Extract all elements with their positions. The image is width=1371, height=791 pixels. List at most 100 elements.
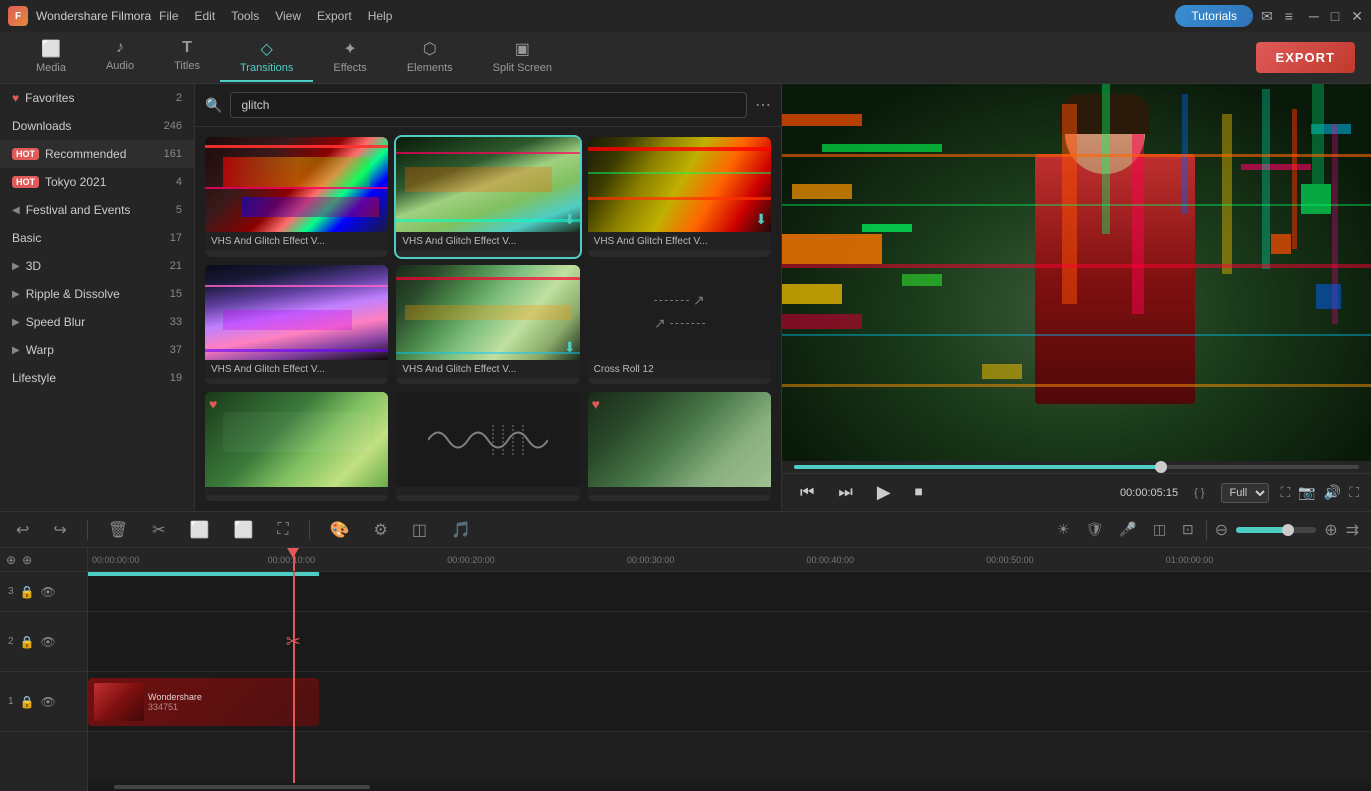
redo-button[interactable]: ↪ — [49, 516, 70, 544]
chevron-right-icon-ripple: ▶ — [12, 289, 20, 300]
sidebar-item-basic[interactable]: Basic 17 — [0, 224, 194, 252]
audio-button[interactable]: 🎵 — [447, 516, 475, 544]
zoom-slider[interactable] — [1236, 527, 1316, 533]
tutorials-button[interactable]: Tutorials — [1175, 5, 1253, 27]
horizontal-scrollbar[interactable] — [88, 783, 1371, 791]
snapshot-icon[interactable]: 📷 — [1298, 484, 1315, 501]
zoom-fit-button[interactable]: ⬜ — [229, 516, 257, 544]
transition-card-4[interactable]: VHS And Glitch Effect V... — [205, 265, 388, 385]
clip-sublabel: 334751 — [148, 702, 202, 712]
delete-button[interactable]: 🗑 — [104, 516, 132, 544]
export-button[interactable]: EXPORT — [1256, 42, 1355, 73]
transition-card-wave[interactable] — [396, 392, 579, 501]
sun-button[interactable]: ☀ — [1053, 517, 1074, 542]
grid-options-icon[interactable]: ⋯ — [755, 95, 771, 115]
maximize-button[interactable]: □ — [1331, 8, 1339, 25]
transition-card-crossroll[interactable]: ↗ ↗ Cross Roll 12 — [588, 265, 771, 385]
fullscreen-icon[interactable]: ⛶ — [1281, 484, 1291, 501]
track-eye-2[interactable]: 👁 — [41, 635, 56, 649]
transition-card-9[interactable]: ♥ — [588, 392, 771, 501]
menu-help[interactable]: Help — [368, 9, 393, 23]
bell-icon[interactable]: ≡ — [1285, 8, 1293, 25]
color-button[interactable]: 🎨 — [326, 516, 354, 544]
transition-card-2[interactable]: ⬇ VHS And Glitch Effect V... — [396, 137, 579, 257]
video-preview-panel: ⏮ ⏭ ▶ ⏹ 00:00:05:15 { } Full 1/2 1/4 ⛶ 📷… — [781, 84, 1371, 511]
menu-export[interactable]: Export — [317, 9, 352, 23]
tab-effects[interactable]: ✦ Effects — [313, 33, 386, 82]
track-lock-1[interactable]: 🔒 — [20, 695, 35, 709]
video-clip[interactable]: Wondershare 334751 — [88, 678, 319, 726]
expand-icon[interactable]: ⇉ — [1346, 520, 1359, 540]
sidebar-item-downloads[interactable]: Downloads 246 — [0, 112, 194, 140]
adjust-button[interactable]: ⚙ — [370, 516, 392, 544]
track-lock-2[interactable]: 🔒 — [20, 635, 35, 649]
sidebar-item-favorites[interactable]: ♥ Favorites 2 — [0, 84, 194, 112]
search-input[interactable] — [230, 92, 747, 118]
pip-icon[interactable]: ⛶ — [1349, 484, 1359, 501]
message-icon[interactable]: ✉ — [1261, 8, 1273, 25]
track-eye-3[interactable]: 👁 — [41, 585, 56, 599]
video-preview — [782, 84, 1371, 461]
menu-view[interactable]: View — [275, 9, 301, 23]
cut-button[interactable]: ✂ — [148, 516, 169, 544]
sidebar-item-recommended[interactable]: HOT Recommended 161 — [0, 140, 194, 168]
track-eye-1[interactable]: 👁 — [41, 695, 56, 709]
skip-back-button[interactable]: ⏮ — [794, 482, 820, 504]
progress-bar[interactable] — [794, 465, 1359, 469]
tab-splitscreen[interactable]: ▣ Split Screen — [473, 33, 572, 82]
progress-handle[interactable] — [1155, 461, 1167, 473]
crop-button[interactable]: ⬜ — [186, 516, 214, 544]
tab-audio[interactable]: ♪ Audio — [86, 33, 154, 82]
transition-card-3[interactable]: ⬇ VHS And Glitch Effect V... — [588, 137, 771, 257]
snap-icon[interactable]: ⊕ — [6, 553, 16, 567]
menu-edit[interactable]: Edit — [195, 9, 216, 23]
main-toolbar: ⬜ Media ♪ Audio T Titles ◇ Transitions ✦… — [0, 32, 1371, 84]
tab-media[interactable]: ⬜ Media — [16, 33, 86, 82]
clip-thumbnail — [94, 683, 144, 721]
voice-button[interactable]: ◫ — [1149, 517, 1170, 542]
heart-icon: ♥ — [12, 91, 19, 105]
sidebar-item-warp[interactable]: ▶ Warp 37 — [0, 336, 194, 364]
timeline-toolbar: ↩ ↪ 🗑 ✂ ⬜ ⬜ ⛶ 🎨 ⚙ ◫ 🎵 ☀ 🛡 🎤 ◫ ⊡ ⊖ ⊕ ⇉ — [0, 512, 1371, 548]
transition-card-7[interactable]: ♥ — [205, 392, 388, 501]
timeline-content: ⊕ ⊕ 3 🔒 👁 2 🔒 👁 1 🔒 👁 — [0, 548, 1371, 791]
magnet-icon[interactable]: ⊕ — [22, 553, 32, 567]
play-button[interactable]: ▶ — [871, 480, 897, 505]
sidebar-item-3d[interactable]: ▶ 3D 21 — [0, 252, 194, 280]
split-button[interactable]: ◫ — [408, 516, 431, 544]
menu-file[interactable]: File — [159, 9, 178, 23]
zoom-out-icon[interactable]: ⊖ — [1215, 520, 1228, 540]
sidebar-item-tokyo2021[interactable]: HOT Tokyo 2021 4 — [0, 168, 194, 196]
titles-icon: T — [182, 39, 192, 57]
transition-card-5[interactable]: ⬇ VHS And Glitch Effect V... — [396, 265, 579, 385]
stop-button[interactable]: ⏹ — [909, 482, 929, 504]
menu-tools[interactable]: Tools — [231, 9, 259, 23]
glitch-block-green-2 — [902, 274, 942, 286]
zoom-in-icon[interactable]: ⊕ — [1324, 520, 1337, 540]
track-lock-3[interactable]: 🔒 — [20, 585, 35, 599]
mic-button[interactable]: 🎤 — [1115, 517, 1140, 542]
shield-button[interactable]: 🛡 — [1082, 517, 1108, 542]
pip2-button[interactable]: ⊡ — [1178, 517, 1198, 542]
transition-card-1[interactable]: VHS And Glitch Effect V... — [205, 137, 388, 257]
fullscreen-timeline-button[interactable]: ⛶ — [273, 517, 292, 543]
tab-elements[interactable]: ⬡ Elements — [387, 33, 473, 82]
quality-select[interactable]: Full 1/2 1/4 — [1221, 483, 1269, 503]
sidebar-item-speedblur[interactable]: ▶ Speed Blur 33 — [0, 308, 194, 336]
volume-icon[interactable]: 🔊 — [1324, 484, 1341, 501]
glitch-block-7 — [782, 284, 842, 304]
zoom-slider-handle[interactable] — [1282, 524, 1294, 536]
undo-button[interactable]: ↩ — [12, 516, 33, 544]
close-button[interactable]: ✕ — [1351, 8, 1363, 25]
tab-transitions[interactable]: ◇ Transitions — [220, 33, 313, 82]
titlebar: F Wondershare Filmora File Edit Tools Vi… — [0, 0, 1371, 32]
scrollbar-thumb[interactable] — [114, 785, 371, 789]
app-logo: F — [8, 6, 28, 26]
sidebar-item-festival[interactable]: ◀ Festival and Events 5 — [0, 196, 194, 224]
sidebar-label-warp: Warp — [26, 343, 54, 357]
step-back-button[interactable]: ⏭ — [832, 482, 858, 504]
tab-titles[interactable]: T Titles — [154, 33, 220, 82]
sidebar-item-lifestyle[interactable]: Lifestyle 19 — [0, 364, 194, 392]
minimize-button[interactable]: ─ — [1309, 8, 1319, 25]
sidebar-item-ripple[interactable]: ▶ Ripple & Dissolve 15 — [0, 280, 194, 308]
